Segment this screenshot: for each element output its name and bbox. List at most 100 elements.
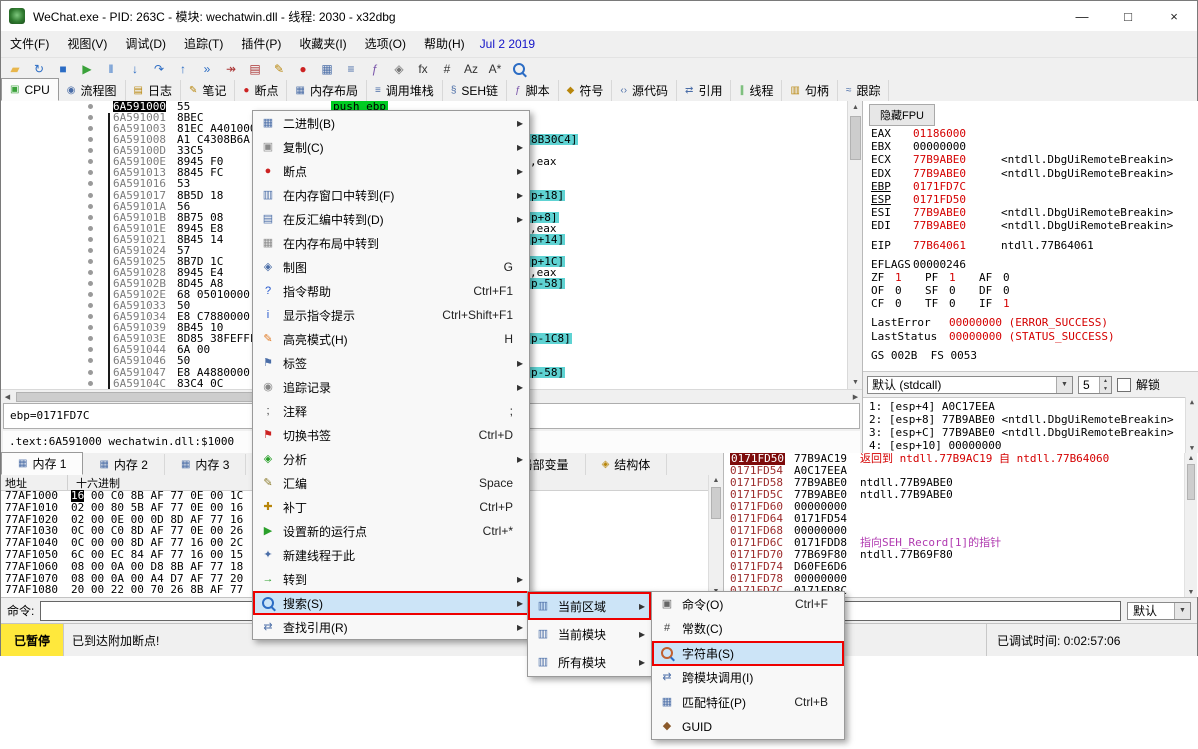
register-value[interactable]: 00000000 — [913, 140, 1001, 153]
scrollbar-thumb[interactable] — [711, 487, 721, 519]
breakpoint-dot[interactable] — [88, 126, 93, 131]
breakpoint-dot[interactable] — [88, 226, 93, 231]
menu-item-constant[interactable]: #常数(C) — [652, 617, 844, 642]
tab-graph[interactable]: ◉流程图 — [59, 80, 126, 101]
menubar-item[interactable]: 调试(D) — [116, 31, 175, 57]
tab-script[interactable]: ƒ脚本 — [507, 80, 559, 101]
breakpoint-dot[interactable] — [88, 248, 93, 253]
menu-item-assemble[interactable]: ✎汇编Space — [253, 471, 529, 495]
breakpoint-dot[interactable] — [88, 170, 93, 175]
search-button[interactable] — [509, 60, 529, 78]
memory-map-button[interactable]: ▦ — [317, 60, 337, 78]
argument-row[interactable]: 3: [esp+C] 77B9ABE0 <ntdll.DbgUiRemoteBr… — [869, 426, 1198, 439]
breakpoint-dot[interactable] — [88, 381, 93, 386]
scroll-up-icon[interactable]: ▲ — [848, 101, 863, 114]
tab-memory-3[interactable]: ▦内存 3 — [165, 454, 246, 475]
menu-item-binary[interactable]: ▦二进制(B)▸ — [253, 111, 529, 135]
log-button[interactable]: ▤ — [245, 60, 265, 78]
flag-tf[interactable]: TF0 — [925, 297, 979, 310]
az-button[interactable]: Az — [461, 60, 481, 78]
register-value[interactable]: 77B9ABE0 — [913, 167, 1001, 180]
chevron-down-icon[interactable]: ▼ — [1056, 377, 1072, 393]
tab-notes[interactable]: ✎笔记 — [181, 80, 235, 101]
breakpoint-dot[interactable] — [88, 159, 93, 164]
menu-item-instruction-help[interactable]: ?指令帮助Ctrl+F1 — [253, 279, 529, 303]
disasm-vertical-scrollbar[interactable]: ▲ ▼ — [847, 101, 863, 389]
scroll-up-icon[interactable]: ▲ — [1186, 397, 1198, 407]
tab-handles[interactable]: ▥句柄 — [782, 80, 837, 101]
tab-struct[interactable]: ◈结构体 — [586, 454, 668, 475]
breakpoint-dot[interactable] — [88, 259, 93, 264]
breakpoint-dot[interactable] — [88, 292, 93, 297]
scroll-down-icon[interactable]: ▼ — [1185, 587, 1197, 597]
breakpoint-dot[interactable] — [88, 336, 93, 341]
hide-fpu-button[interactable]: 隐藏FPU — [869, 104, 935, 126]
unlock-checkbox[interactable] — [1117, 378, 1131, 392]
scroll-up-icon[interactable]: ▲ — [1185, 453, 1197, 463]
a-star-button[interactable]: A* — [485, 60, 505, 78]
step-into-button[interactable]: ↓ — [125, 60, 145, 78]
flag-df[interactable]: DF0 — [979, 284, 1033, 297]
menu-item-pattern[interactable]: ▦匹配特征(P)Ctrl+B — [652, 690, 844, 715]
menu-item-comment[interactable]: ;注释; — [253, 399, 529, 423]
menu-item-copy[interactable]: ▣复制(C)▸ — [253, 135, 529, 159]
stack-vertical-scrollbar[interactable]: ▲ ▼ — [1184, 453, 1197, 597]
breakpoint-dot[interactable] — [88, 215, 93, 220]
scroll-up-icon[interactable]: ▲ — [709, 475, 723, 486]
call-stack-button[interactable]: ≡ — [341, 60, 361, 78]
register-value[interactable]: 0171FD50 — [913, 193, 1001, 206]
tab-memory-1[interactable]: ▦内存 1 — [1, 452, 83, 475]
breakpoint-dot[interactable] — [88, 115, 93, 120]
hash-button[interactable]: # — [437, 60, 457, 78]
close-button[interactable]: × — [1151, 1, 1197, 31]
tab-log[interactable]: ▤日志 — [126, 80, 181, 101]
breakpoint-dot[interactable] — [88, 303, 93, 308]
argument-row[interactable]: 4: [esp+10] 00000000 — [869, 439, 1198, 452]
menu-item-string-references[interactable]: 字符串(S) — [652, 641, 844, 666]
tab-source[interactable]: ‹›源代码 — [612, 80, 677, 101]
scroll-right-icon[interactable]: ▶ — [849, 390, 862, 404]
menu-item-set-new-origin-here[interactable]: ▶设置新的运行点Ctrl+* — [253, 519, 529, 543]
open-file-button[interactable]: ▰ — [5, 60, 25, 78]
breakpoint-dot[interactable] — [88, 181, 93, 186]
breakpoint-dot[interactable] — [88, 270, 93, 275]
eflags-value[interactable]: 00000246 — [913, 258, 1001, 271]
flag-cf[interactable]: CF0 — [871, 297, 925, 310]
arguments-scrollbar[interactable]: ▲ ▼ — [1185, 397, 1198, 453]
menu-item-trace-record[interactable]: ◉追踪记录▸ — [253, 375, 529, 399]
register-value[interactable]: 77B9ABE0 — [913, 219, 1001, 232]
register-value[interactable]: 01186000 — [913, 127, 1001, 140]
breakpoint-dot[interactable] — [88, 347, 93, 352]
menu-item-breakpoint[interactable]: ●断点▸ — [253, 159, 529, 183]
breakpoint-dot[interactable] — [88, 358, 93, 363]
scrollbar-thumb[interactable] — [1187, 464, 1195, 500]
scroll-down-icon[interactable]: ▼ — [1186, 443, 1198, 453]
titlebar[interactable]: WeChat.exe - PID: 263C - 模块: wechatwin.d… — [1, 1, 1197, 32]
menu-item-highlighting-mode[interactable]: ✎高亮模式(H)H — [253, 327, 529, 351]
chevron-down-icon[interactable]: ▼ — [1174, 603, 1190, 619]
menu-item-follow-in-disasm[interactable]: ▤在反汇编中转到(D)▸ — [253, 207, 529, 231]
menu-item-all-modules[interactable]: ▥所有模块▸ — [528, 648, 651, 676]
menu-item-current-module[interactable]: ▥当前模块▸ — [528, 620, 651, 648]
breakpoint-dot[interactable] — [88, 204, 93, 209]
menu-item-create-new-thread-here[interactable]: ✦新建线程于此 — [253, 543, 529, 567]
breakpoint-dot[interactable] — [88, 104, 93, 109]
tab-cpu[interactable]: ▣CPU — [1, 78, 59, 101]
menu-item-go-to[interactable]: →转到▸ — [253, 567, 529, 591]
breakpoint-dot[interactable] — [88, 237, 93, 242]
menu-item-patch[interactable]: ✚补丁Ctrl+P — [253, 495, 529, 519]
flag-zf[interactable]: ZF1 — [871, 271, 925, 284]
menu-item-command[interactable]: ▣命令(O)Ctrl+F — [652, 592, 844, 617]
tab-call-stack[interactable]: ≡调用堆栈 — [367, 80, 443, 101]
run-button[interactable]: ▶ — [77, 60, 97, 78]
menu-item-follow-in-dump[interactable]: ▥在内存窗口中转到(F)▸ — [253, 183, 529, 207]
menu-item-intermodular-calls[interactable]: ⇄跨模块调用(I) — [652, 666, 844, 691]
breakpoint-dot[interactable] — [88, 281, 93, 286]
maximize-button[interactable]: □ — [1105, 1, 1151, 31]
fx-button[interactable]: fx — [413, 60, 433, 78]
flag-pf[interactable]: PF1 — [925, 271, 979, 284]
menu-item-show-mnemonic-brief[interactable]: i显示指令提示Ctrl+Shift+F1 — [253, 303, 529, 327]
breakpoint-dot[interactable] — [88, 325, 93, 330]
menubar-item[interactable]: 收藏夹(I) — [290, 31, 355, 57]
flag-if[interactable]: IF1 — [979, 297, 1033, 310]
